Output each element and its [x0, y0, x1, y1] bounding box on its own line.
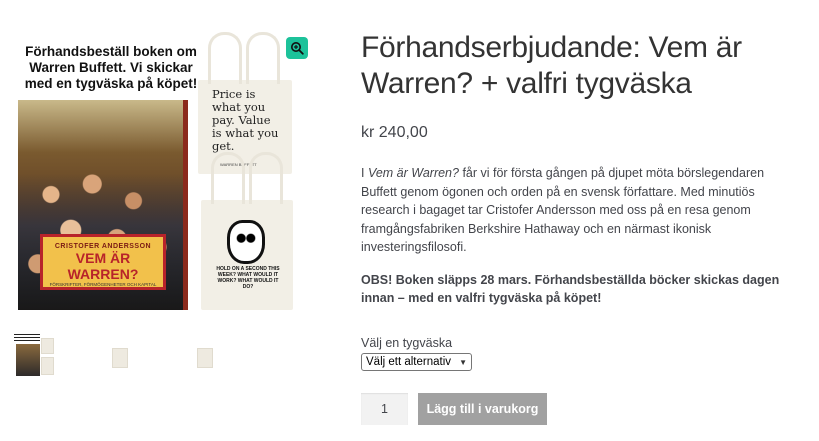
bag-handle — [208, 32, 242, 84]
product-summary: Förhandserbjudande: Vem är Warren? + val… — [361, 30, 781, 308]
product-title: Förhandserbjudande: Vem är Warren? + val… — [361, 31, 742, 100]
bag-handle — [246, 32, 280, 84]
book-subtitle: FÖRSKRIFTER, FÖRMÖGENHETER OCH KAPITAL — [49, 282, 157, 287]
description-book-title: Vem är Warren? — [367, 166, 459, 180]
thumbnail-bag — [41, 357, 54, 375]
bag-handle — [211, 152, 245, 204]
thumbnail-quote-bag[interactable] — [99, 330, 141, 378]
book-author: CRISTOFER ANDERSSON — [54, 243, 152, 250]
thumbnail-bag — [197, 348, 213, 368]
thumbnail-bag — [41, 338, 54, 354]
variation-selector: Välj en tygväska Välj ett alternativ ▼ — [361, 336, 472, 371]
book-title-plate: CRISTOFER ANDERSSON VEM ÄR WARREN? FÖRSK… — [40, 234, 166, 290]
preorder-notice: OBS! Boken släpps 28 mars. Förhandsbestä… — [361, 272, 780, 306]
chevron-down-icon: ▼ — [459, 357, 467, 367]
product-gallery: Förhandsbeställ boken om Warren Buffett.… — [14, 25, 316, 378]
thumbnail-strip — [14, 330, 269, 378]
bag-handle — [249, 152, 283, 204]
zoom-button[interactable] — [286, 37, 308, 59]
product-price: kr 240,00 — [361, 124, 428, 141]
bag-variant-select[interactable]: Välj ett alternativ ▼ — [361, 353, 472, 371]
thumbnail-book-and-bags[interactable] — [14, 330, 56, 378]
thumbnail-face-bag[interactable] — [184, 330, 226, 378]
add-to-cart-button[interactable]: Lägg till i varukorg — [418, 393, 547, 425]
magnifier-plus-icon — [291, 42, 304, 55]
thumbnail-bag — [112, 348, 128, 368]
quantity-input[interactable]: 1 — [361, 393, 408, 425]
promo-heading: Förhandsbeställ boken om Warren Buffett.… — [24, 44, 198, 91]
book-title: VEM ÄR WARREN? — [67, 250, 139, 282]
thumbnail-book — [16, 344, 40, 376]
main-product-image[interactable]: Förhandsbeställ boken om Warren Buffett.… — [14, 25, 316, 311]
add-to-cart-form: 1 Lägg till i varukorg — [361, 393, 547, 425]
product-description: I Vem är Warren? får vi för första gånge… — [361, 164, 781, 257]
buffett-face-illustration — [227, 220, 265, 264]
variation-label: Välj en tygväska — [361, 336, 453, 350]
thumbnail-heading-lines — [14, 334, 40, 342]
bag-quote-text: Price is what you pay. Value is what you… — [212, 87, 279, 153]
tote-bag-face: HOLD ON A SECOND THIS WEEK? WHAT WOULD I… — [201, 152, 293, 310]
variant-selected-value: Välj ett alternativ — [366, 356, 452, 368]
description-lead: I — [361, 166, 368, 180]
book-cover: CRISTOFER ANDERSSON VEM ÄR WARREN? FÖRSK… — [18, 100, 188, 310]
bag-face-caption: HOLD ON A SECOND THIS WEEK? WHAT WOULD I… — [216, 266, 280, 290]
